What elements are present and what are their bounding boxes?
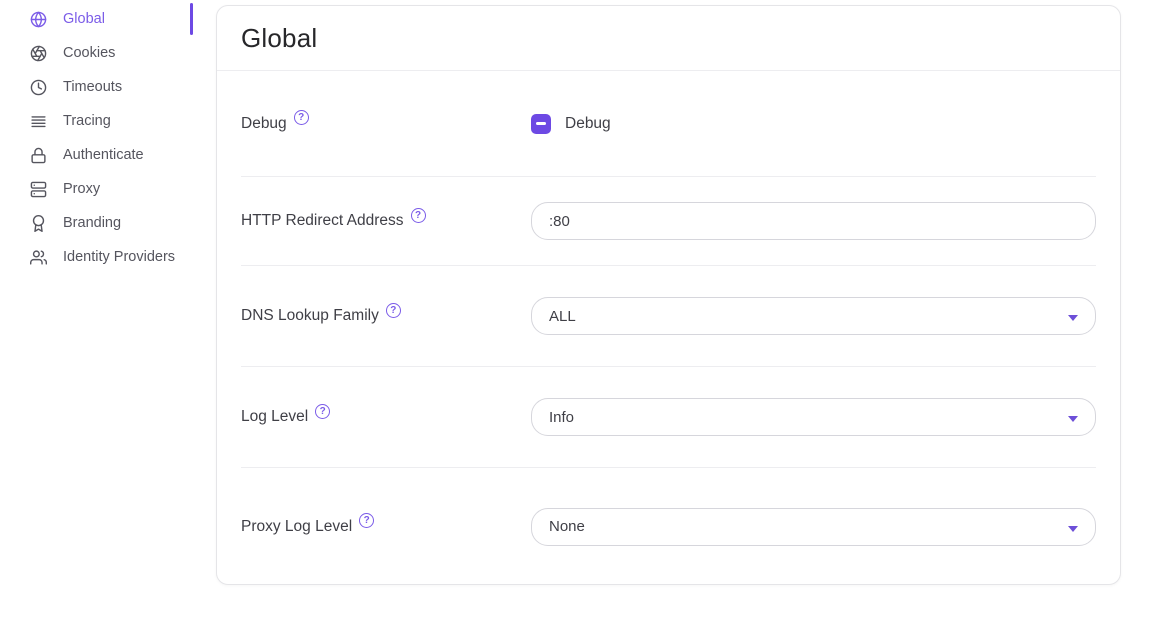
log-level-select[interactable]: Info xyxy=(531,398,1096,436)
lock-icon xyxy=(30,147,47,164)
field-control xyxy=(531,202,1096,240)
sidebar-item-label: Identity Providers xyxy=(63,249,175,265)
sidebar-item-label: Authenticate xyxy=(63,147,144,163)
field-label-text: Log Level xyxy=(241,408,308,426)
field-label: DNS Lookup Family ? xyxy=(241,307,531,325)
sidebar-item-authenticate[interactable]: Authenticate xyxy=(0,138,193,172)
field-label: Log Level ? xyxy=(241,408,531,426)
page-title: Global xyxy=(241,23,317,54)
sidebar-item-label: Timeouts xyxy=(63,79,122,95)
debug-checkbox[interactable] xyxy=(531,114,551,134)
field-label-text: DNS Lookup Family xyxy=(241,307,379,325)
globe-icon xyxy=(30,11,47,28)
chevron-down-icon xyxy=(1068,526,1078,532)
field-control: Info xyxy=(531,398,1096,436)
server-icon xyxy=(30,181,47,198)
card-header: Global xyxy=(217,6,1120,71)
award-icon xyxy=(30,215,47,232)
chevron-down-icon xyxy=(1068,315,1078,321)
settings-sidebar: Global Cookies Timeouts Tra xyxy=(0,2,193,274)
aperture-icon xyxy=(30,45,47,62)
sidebar-item-tracing[interactable]: Tracing xyxy=(0,104,193,138)
form-row-debug: Debug ? Debug xyxy=(241,71,1096,177)
help-icon[interactable]: ? xyxy=(294,110,309,125)
sidebar-item-identity-providers[interactable]: Identity Providers xyxy=(0,240,193,274)
clock-icon xyxy=(30,79,47,96)
help-icon[interactable]: ? xyxy=(315,404,330,419)
form-row-http-redirect-address: HTTP Redirect Address ? xyxy=(241,177,1096,266)
global-settings-card: Global Debug ? Debug HTTP Redirect Addre… xyxy=(216,5,1121,585)
lines-icon xyxy=(30,113,47,130)
field-control: Debug xyxy=(531,114,1096,134)
field-label: HTTP Redirect Address ? xyxy=(241,212,531,230)
help-icon[interactable]: ? xyxy=(359,513,374,528)
field-label: Debug ? xyxy=(241,115,531,133)
sidebar-item-proxy[interactable]: Proxy xyxy=(0,172,193,206)
field-label: Proxy Log Level ? xyxy=(241,518,531,536)
field-control: None xyxy=(531,508,1096,546)
selected-value: ALL xyxy=(549,308,576,325)
dns-lookup-family-select[interactable]: ALL xyxy=(531,297,1096,335)
sidebar-item-label: Tracing xyxy=(63,113,111,129)
form-row-log-level: Log Level ? Info xyxy=(241,367,1096,468)
users-icon xyxy=(30,249,47,266)
form-row-proxy-log-level: Proxy Log Level ? None xyxy=(241,468,1096,585)
sidebar-item-label: Proxy xyxy=(63,181,100,197)
selected-value: Info xyxy=(549,409,574,426)
field-label-text: HTTP Redirect Address xyxy=(241,212,404,230)
sidebar-item-branding[interactable]: Branding xyxy=(0,206,193,240)
http-redirect-address-input[interactable] xyxy=(531,202,1096,240)
help-icon[interactable]: ? xyxy=(386,303,401,318)
help-icon[interactable]: ? xyxy=(411,208,426,223)
debug-checkbox-wrap: Debug xyxy=(531,114,1096,134)
selected-value: None xyxy=(549,518,585,535)
field-control: ALL xyxy=(531,297,1096,335)
sidebar-item-global[interactable]: Global xyxy=(0,2,193,36)
checkbox-label: Debug xyxy=(565,115,611,133)
active-indicator xyxy=(190,3,194,35)
form-row-dns-lookup-family: DNS Lookup Family ? ALL xyxy=(241,266,1096,367)
field-label-text: Proxy Log Level xyxy=(241,518,352,536)
settings-form: Debug ? Debug HTTP Redirect Address ? xyxy=(217,71,1120,585)
chevron-down-icon xyxy=(1068,416,1078,422)
sidebar-item-cookies[interactable]: Cookies xyxy=(0,36,193,70)
indeterminate-dash-icon xyxy=(536,122,546,125)
sidebar-item-label: Global xyxy=(63,11,105,27)
sidebar-item-label: Branding xyxy=(63,215,121,231)
sidebar-item-timeouts[interactable]: Timeouts xyxy=(0,70,193,104)
field-label-text: Debug xyxy=(241,115,287,133)
sidebar-item-label: Cookies xyxy=(63,45,115,61)
proxy-log-level-select[interactable]: None xyxy=(531,508,1096,546)
